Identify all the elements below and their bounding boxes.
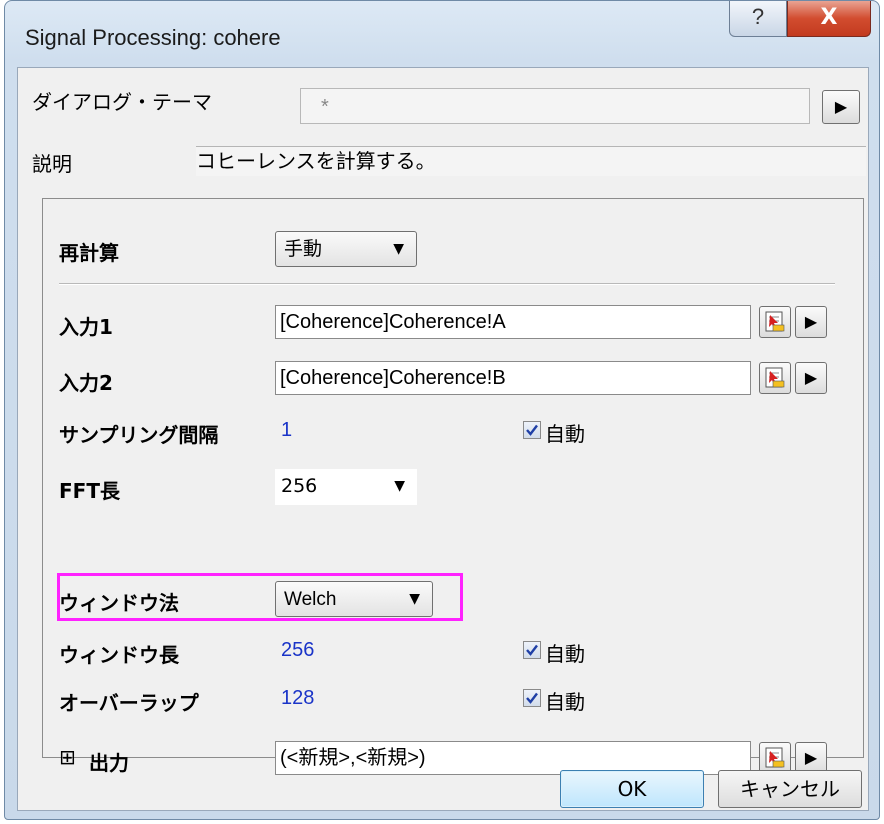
play-arrow-icon: ▶ [834,97,848,116]
close-button[interactable]: X [787,1,871,37]
chevron-down-icon: ▼ [393,241,404,257]
input2-label: 入力2 [59,371,113,395]
sampling-value[interactable]: 1 [281,419,292,442]
recalc-label: 再計算 [59,241,119,265]
output-expand-icon[interactable]: ⊞ [59,745,76,769]
overlap-auto-label: 自動 [545,690,585,714]
recalc-value: 手動 [284,238,323,260]
window-title: Signal Processing: cohere [25,25,281,50]
window-method-dropdown[interactable]: Welch ▼ [275,581,433,617]
play-arrow-icon: ▶ [804,368,818,387]
window-length-value[interactable]: 256 [281,639,314,662]
dialog-theme-label: ダイアログ・テーマ [32,90,212,114]
dialog-body: ダイアログ・テーマ * ▶ 説明 コヒーレンスを計算する。 再計算 手動 ▼ 入… [17,67,869,811]
fft-label: FFT長 [59,479,120,503]
output-label: 出力 [89,751,129,775]
range-picker-icon [765,367,785,388]
fft-value: 256 [281,475,318,497]
window-length-label: ウィンドウ長 [59,643,179,667]
ok-button[interactable]: OK [560,770,704,808]
sampling-label: サンプリング間隔 [59,423,219,447]
description-text: コヒーレンスを計算する。 [196,146,866,176]
title-bar[interactable]: Signal Processing: cohere ? X [5,1,879,65]
fft-length-dropdown[interactable]: 256 ▼ [275,469,417,505]
overlap-auto-checkbox[interactable] [523,689,541,707]
divider [59,283,835,285]
dialog-theme-menu-button[interactable]: ▶ [822,90,860,124]
input1-field[interactable]: [Coherence]Coherence!A [275,305,751,339]
input2-picker-button[interactable] [759,362,791,394]
overlap-label: オーバーラップ [59,691,199,715]
check-icon [526,692,538,704]
input1-menu-button[interactable]: ▶ [795,306,827,338]
recalc-dropdown[interactable]: 手動 ▼ [275,231,417,267]
sampling-auto-checkbox[interactable] [523,421,541,439]
input2-menu-button[interactable]: ▶ [795,362,827,394]
input1-picker-button[interactable] [759,306,791,338]
play-arrow-icon: ▶ [804,312,818,331]
settings-panel: 再計算 手動 ▼ 入力1 [Coherence]Coherence!A ▶ 入力… [42,198,864,775]
range-picker-icon [765,747,785,768]
window-method-label: ウィンドウ法 [59,591,179,615]
dialog-window: Signal Processing: cohere ? X ダイアログ・テーマ … [4,0,880,820]
dialog-theme-field[interactable]: * [300,88,810,124]
window-method-value: Welch [284,589,337,610]
range-picker-icon [765,311,785,332]
input1-label: 入力1 [59,315,113,339]
play-arrow-icon: ▶ [804,748,818,767]
help-button[interactable]: ? [729,1,787,37]
check-icon [526,424,538,436]
sampling-auto-label: 自動 [545,422,585,446]
chevron-down-icon: ▼ [394,478,405,494]
chevron-down-icon: ▼ [409,591,420,607]
window-length-auto-checkbox[interactable] [523,641,541,659]
description-label: 説明 [32,152,72,176]
input2-field[interactable]: [Coherence]Coherence!B [275,361,751,395]
cancel-button[interactable]: キャンセル [718,770,862,808]
overlap-value[interactable]: 128 [281,687,314,710]
window-length-auto-label: 自動 [545,642,585,666]
check-icon [526,644,538,656]
